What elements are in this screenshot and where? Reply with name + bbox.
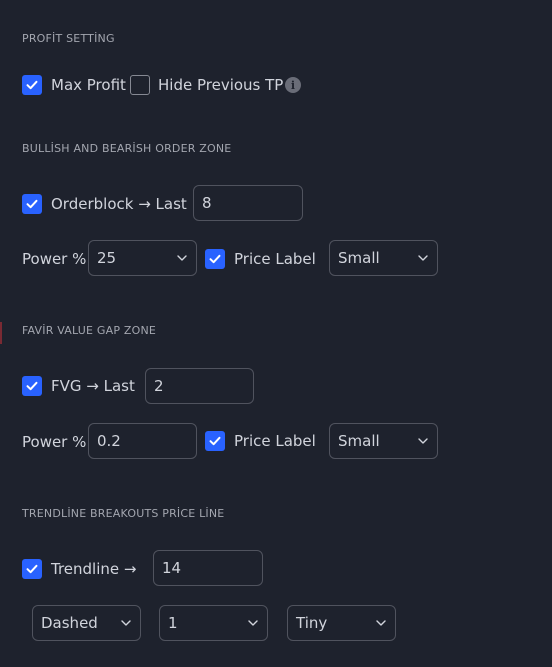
fvg-last-input[interactable] — [145, 368, 254, 404]
chevron-down-icon — [417, 252, 429, 264]
trendline-length-input[interactable] — [153, 550, 263, 586]
order-size-value: Small — [338, 249, 380, 267]
orderblock-last-input[interactable] — [193, 185, 303, 221]
chevron-down-icon — [417, 435, 429, 447]
hide-previous-tp-checkbox[interactable] — [130, 75, 150, 95]
chevron-down-icon — [247, 617, 259, 629]
check-icon — [26, 564, 38, 574]
fvg-section-title: FAVİR VALUE GAP ZONE — [22, 324, 157, 337]
orderblock-checkbox[interactable] — [22, 194, 42, 214]
hide-previous-tp-label: Hide Previous TP — [158, 76, 284, 94]
trendline-label: Trendline → — [51, 560, 137, 578]
trendline-style-select[interactable]: Dashed — [32, 605, 141, 641]
order-zone-section-title: BULLİSH AND BEARİSH ORDER ZONE — [22, 142, 232, 155]
order-power-select[interactable]: 25 — [88, 240, 197, 276]
order-price-label: Price Label — [234, 250, 316, 268]
trendline-size-select[interactable]: Tiny — [287, 605, 396, 641]
trendline-width-select[interactable]: 1 — [159, 605, 268, 641]
trendline-section-title: TRENDLİNE BREAKOUTS PRİCE LİNE — [22, 507, 225, 520]
trendline-size-value: Tiny — [296, 614, 328, 632]
orderblock-label: Orderblock → Last — [51, 195, 187, 213]
chevron-down-icon — [375, 617, 387, 629]
chevron-down-icon — [176, 252, 188, 264]
fvg-power-label: Power % — [22, 433, 87, 451]
check-icon — [209, 254, 221, 264]
fvg-size-select[interactable]: Small — [329, 423, 438, 459]
fvg-power-input[interactable] — [88, 423, 197, 459]
max-profit-label: Max Profit — [51, 76, 126, 94]
check-icon — [26, 381, 38, 391]
trendline-width-value: 1 — [168, 614, 178, 632]
fvg-size-value: Small — [338, 432, 380, 450]
profit-section-title: PROFİT SETTİNG — [22, 32, 115, 45]
order-power-value: 25 — [97, 249, 117, 267]
max-profit-checkbox[interactable] — [22, 75, 42, 95]
info-icon[interactable]: i — [285, 77, 301, 93]
fvg-price-label-checkbox[interactable] — [205, 431, 225, 451]
info-glyph: i — [290, 78, 296, 92]
check-icon — [26, 80, 38, 90]
order-power-label: Power % — [22, 250, 87, 268]
chevron-down-icon — [120, 617, 132, 629]
trendline-style-value: Dashed — [41, 614, 98, 632]
trendline-checkbox[interactable] — [22, 559, 42, 579]
fvg-price-label: Price Label — [234, 432, 316, 450]
check-icon — [209, 436, 221, 446]
section-marker — [0, 322, 2, 344]
check-icon — [26, 199, 38, 209]
order-size-select[interactable]: Small — [329, 240, 438, 276]
fvg-checkbox[interactable] — [22, 376, 42, 396]
fvg-label: FVG → Last — [51, 377, 135, 395]
order-price-label-checkbox[interactable] — [205, 249, 225, 269]
